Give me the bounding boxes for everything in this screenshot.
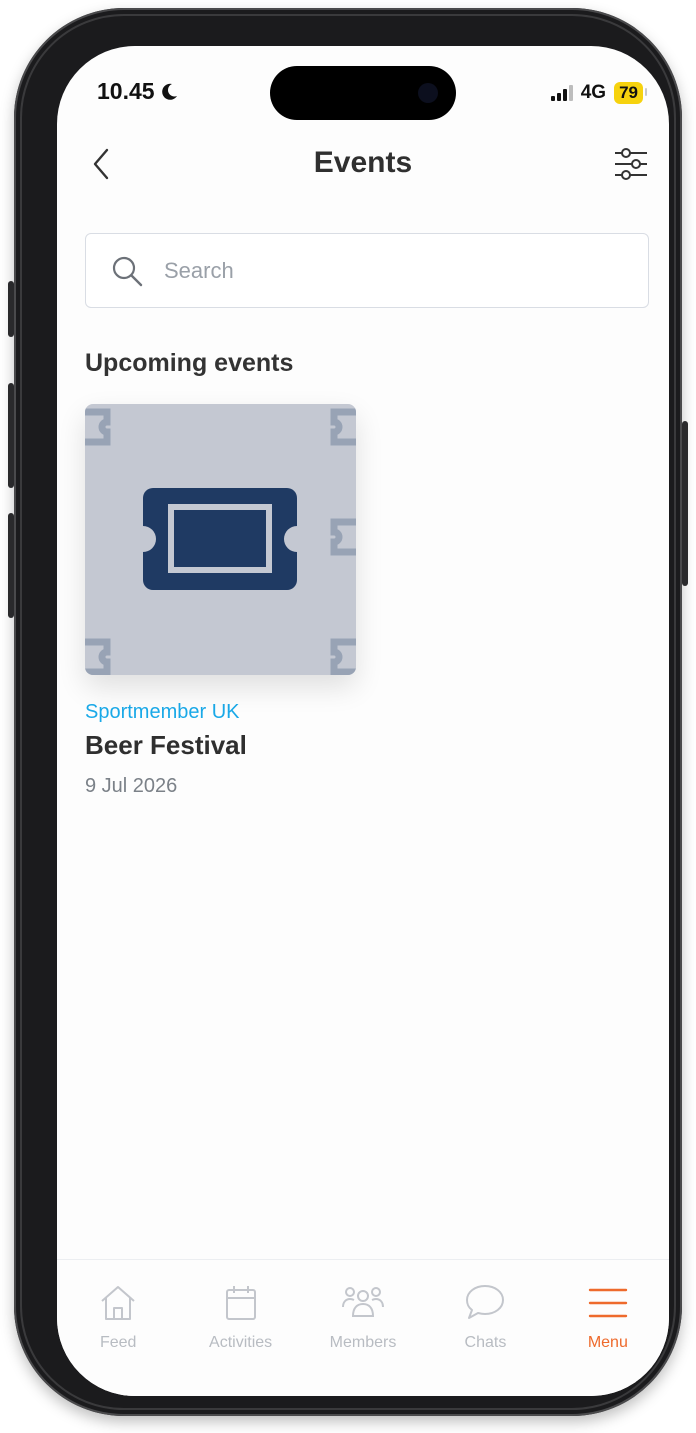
- tab-feed-label: Feed: [99, 1334, 137, 1351]
- tab-menu[interactable]: Menu: [547, 1260, 669, 1396]
- moon-icon: [161, 83, 177, 100]
- status-time-label: 10.45: [97, 78, 155, 104]
- mute-switch: [8, 281, 14, 337]
- search-icon: [112, 256, 143, 286]
- calendar-icon: [225, 1286, 256, 1320]
- event-date: 9 Jul 2026: [85, 775, 178, 797]
- volume-down-button: [8, 513, 14, 618]
- event-card[interactable]: Sportmember UK Beer Festival 9 Jul 2026: [85, 404, 356, 798]
- battery-icon: 79: [614, 82, 647, 104]
- section-heading-upcoming: Upcoming events: [85, 349, 294, 377]
- status-time: 10.45: [97, 78, 179, 105]
- menu-icon: [588, 1288, 628, 1318]
- home-icon: [101, 1286, 135, 1320]
- tab-feed[interactable]: Feed: [57, 1260, 179, 1396]
- event-thumbnail: [85, 404, 356, 675]
- filter-settings-button[interactable]: [613, 144, 649, 184]
- volume-up-button: [8, 383, 14, 488]
- front-camera: [418, 83, 438, 103]
- tab-members-label: Members: [329, 1334, 397, 1351]
- status-indicators: 4G 79: [550, 82, 647, 104]
- tab-activities-label: Activities: [209, 1334, 273, 1351]
- tab-menu-label: Menu: [587, 1334, 628, 1351]
- power-button: [682, 421, 688, 586]
- dynamic-island: [270, 66, 456, 120]
- event-name: Beer Festival: [85, 730, 247, 760]
- chat-bubble-icon: [466, 1285, 505, 1319]
- tab-chats-label: Chats: [464, 1334, 507, 1351]
- signal-strength-icon: [550, 85, 573, 101]
- search-bar[interactable]: [85, 233, 649, 308]
- app-screen: 10.45 4G 79 Events Search Upcoming event…: [57, 46, 669, 1396]
- bottom-tab-bar: Feed Activities Members Chats Menu: [57, 1259, 669, 1396]
- page-title: Events: [313, 146, 413, 179]
- event-organizer: Sportmember UK: [85, 701, 240, 723]
- tab-chats[interactable]: Chats: [424, 1260, 546, 1396]
- tab-members[interactable]: Members: [302, 1260, 424, 1396]
- search-input[interactable]: [164, 257, 564, 284]
- members-icon: [342, 1287, 385, 1317]
- tab-activities[interactable]: Activities: [179, 1260, 301, 1396]
- network-type: 4G: [580, 82, 607, 103]
- phone-frame: 10.45 4G 79 Events Search Upcoming event…: [8, 8, 688, 1416]
- ticket-icon: [143, 488, 297, 590]
